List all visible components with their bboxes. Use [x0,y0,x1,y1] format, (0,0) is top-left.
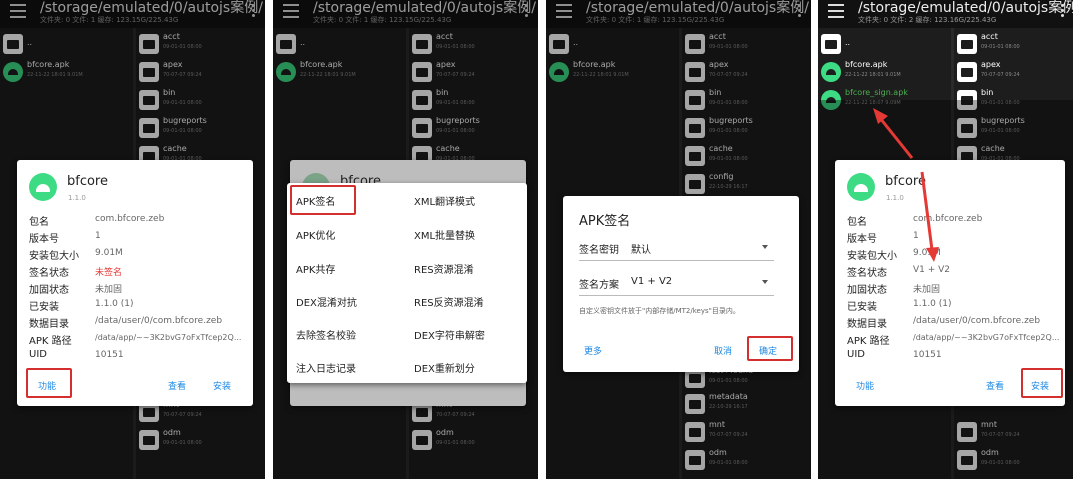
app-version: 1.1.0 [68,194,86,202]
menu-item[interactable]: 注入日志记录 [296,360,356,375]
menu-item[interactable]: XML批量替换 [414,227,475,242]
divider [579,295,774,296]
highlight-box [26,368,72,398]
sign-status-value: 未签名 [95,268,123,278]
menu-item[interactable]: APK优化 [296,227,335,242]
chevron-down-icon [762,245,768,249]
view-button[interactable]: 查看 [168,379,186,392]
panel-1: /storage/emulated/0/autojs案例/ 文件夹: 0 文件:… [0,0,265,479]
menu-item[interactable]: RES反资源混淆 [414,294,484,309]
panel-3: /storage/emulated/0/autojs案例/ 文件夹: 0 文件:… [546,0,811,479]
android-icon [29,173,57,201]
sign-scheme-label: 签名方案 [579,280,619,291]
menu-item[interactable]: APK共存 [296,261,335,276]
divider [579,260,774,261]
cancel-button[interactable]: 取消 [714,344,732,357]
sign-key-label: 签名密钥 [579,245,619,256]
menu-item[interactable]: DEX混淆对抗 [296,294,357,309]
sign-scheme-select[interactable]: V1 + V2 [631,276,672,287]
panel-4: /storage/emulated/0/autojs案例/ 文件夹: 0 文件:… [818,0,1073,479]
apk-sign-dialog: APK签名 签名密钥 默认 签名方案 V1 + V2 自定义密钥文件放于"内部存… [563,196,799,372]
red-arrow-icon [873,108,939,262]
menu-item[interactable]: XML翻译模式 [414,193,475,208]
dialog-title: APK签名 [579,214,631,229]
menu-item[interactable]: RES资源混淆 [414,261,474,276]
more-button[interactable]: 更多 [584,344,602,357]
hint-text: 自定义密钥文件放于"内部存储/MT2/keys"目录内。 [579,307,740,315]
app-name: bfcore [67,174,108,189]
menu-item[interactable]: DEX重新划分 [414,360,475,375]
menu-item[interactable]: DEX字符串解密 [414,327,485,342]
sign-key-select[interactable]: 默认 [631,241,651,256]
chevron-down-icon [762,280,768,284]
menu-item[interactable]: 去除签名校验 [296,327,356,342]
app-info-dialog: bfcore 1.1.0 包名 com.bfcore.zeb 版本号 1 安装包… [17,160,253,406]
function-menu: APK签名 APK优化 APK共存 DEX混淆对抗 去除签名校验 注入日志记录 … [287,183,527,383]
install-button[interactable]: 安装 [213,379,231,392]
highlight-box [290,185,356,215]
highlight-box [747,336,793,361]
panel-2: /storage/emulated/0/autojs案例/ 文件夹: 0 文件:… [273,0,538,479]
